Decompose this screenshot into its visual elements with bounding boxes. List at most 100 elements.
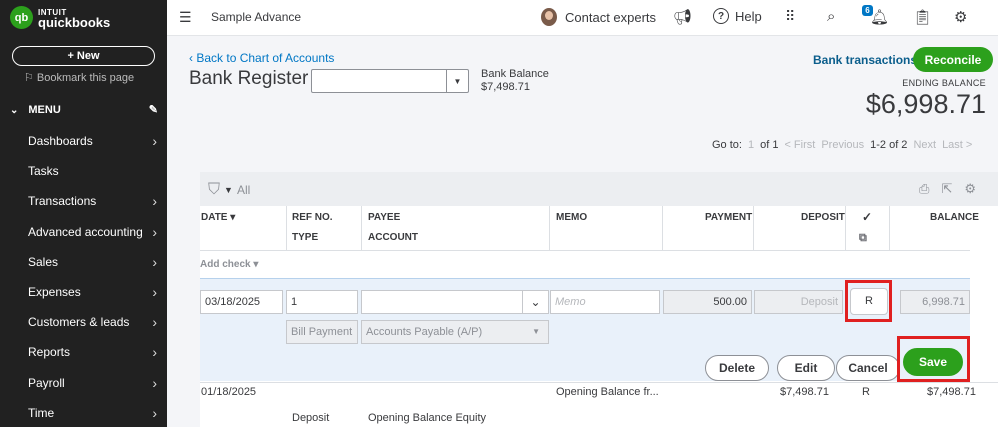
contact-experts-button[interactable]: Contact experts [541,8,656,26]
sidebar-item-label: Advanced accounting [28,224,143,239]
row-deposit: $7,498.71 [780,386,829,398]
add-check-button[interactable]: Add check ▾ [200,259,258,270]
bookmark-label: Bookmark this page [36,72,135,84]
collapse-menu-icon[interactable]: ☰ [179,9,192,26]
chevron-right-icon: › [152,344,157,361]
sidebar-item-label: Sales [28,254,59,269]
last-page-link[interactable]: Last > [942,139,972,151]
chevron-right-icon: › [152,284,157,301]
sidebar-item-label: Tasks [28,164,59,179]
row-memo: Opening Balance fr... [556,386,659,398]
new-button[interactable]: + New [12,46,155,66]
sidebar-nav: Dashboards › Tasks Transactions › Advanced… [0,126,167,427]
bank-balance: Bank Balance $7,498.71 [481,68,549,94]
back-to-chart-of-accounts-link[interactable]: ‹ Back to Chart of Accounts [189,51,334,65]
contact-experts-label: Contact experts [565,9,657,25]
gear-icon[interactable]: ⚙ [954,8,967,26]
account-select[interactable]: ▼ [311,69,469,93]
edit-button[interactable]: Edit [777,355,835,381]
ref-field[interactable]: 1 [286,290,358,314]
account-value: Accounts Payable (A/P) [366,326,483,338]
print-icon[interactable]: ⎙ [919,181,929,197]
sidebar-item-label: Transactions [28,194,97,209]
col-balance: BALANCE [930,212,979,223]
filter-button[interactable]: ⛉ ▼ All [208,181,250,199]
copy-icon[interactable]: ⧉ [859,232,867,245]
sidebar-item-dashboards[interactable]: Dashboards › [0,126,167,156]
qb-logo-icon: qb [10,6,33,29]
col-payee: PAYEE [368,212,401,223]
search-icon[interactable]: ⌕ [827,8,835,25]
sidebar-item-advanced-accounting[interactable]: Advanced accounting › [0,217,167,247]
page-range: 1-2 of 2 [870,139,908,151]
highlight-save [897,336,970,382]
col-type: TYPE [292,232,319,243]
memo-field[interactable]: Memo [550,290,660,314]
reconcile-button[interactable]: Reconcile [913,47,993,72]
register-table: ⛉ ▼ All ⎙ ⇱ ⚙ DATE ▾ REF NO. TYPE PAYEE … [200,172,998,427]
sidebar-item-customers-leads[interactable]: Customers & leads › [0,307,167,337]
page-title: Bank Register [189,68,309,89]
row-balance: $7,498.71 [927,386,976,398]
apps-grid-icon[interactable]: ⠿ [785,8,795,25]
sidebar-item-tasks[interactable]: Tasks [0,156,167,186]
register-toolbar: ⛉ ▼ All ⎙ ⇱ ⚙ [200,172,998,206]
bookmark-link[interactable]: ⚐ Bookmark this page [24,72,134,86]
sidebar-item-transactions[interactable]: Transactions › [0,186,167,216]
clipboard-icon[interactable]: 📋︎ [913,8,932,26]
help-label: Help [735,8,762,24]
logo-line2: quickbooks [38,14,111,30]
col-payment: PAYMENT [705,212,753,223]
highlight-cleared [845,280,892,322]
back-link-label: Back to Chart of Accounts [196,51,335,65]
notification-bell-icon[interactable]: 🔔︎ [870,8,889,26]
col-account: ACCOUNT [368,232,418,243]
sidebar-item-payroll[interactable]: Payroll › [0,368,167,398]
sidebar-item-reports[interactable]: Reports › [0,337,167,367]
previous-page-link[interactable]: Previous [821,139,864,151]
chevron-right-icon: › [152,404,157,421]
menu-header[interactable]: ⌄ MENU ✎ [10,104,160,116]
memo-placeholder: Memo [555,296,586,308]
sidebar-item-expenses[interactable]: Expenses › [0,277,167,307]
settings-gear-icon[interactable]: ⚙ [964,181,976,197]
sidebar-item-sales[interactable]: Sales › [0,247,167,277]
cancel-button[interactable]: Cancel [836,355,900,381]
account-field[interactable]: Accounts Payable (A/P) ▼ [361,320,549,344]
col-deposit: DEPOSIT [801,212,845,223]
quickbooks-logo[interactable]: qb INTUIT quickbooks [10,6,110,29]
sidebar-item-label: Reports [28,345,71,360]
date-field[interactable]: 03/18/2025 [200,290,283,314]
megaphone-icon[interactable]: 📢︎ [673,8,692,26]
caret-down-icon: ▼ [224,185,233,195]
menu-label: MENU [28,104,61,116]
export-icon[interactable]: ⇱ [941,181,952,197]
expert-avatar-icon [541,8,557,26]
pencil-icon[interactable]: ✎ [149,103,158,116]
col-ref: REF NO. [292,212,333,223]
col-date[interactable]: DATE ▾ [201,212,235,223]
help-button[interactable]: ? Help [713,8,762,24]
sidebar-item-label: Customers & leads [28,315,130,330]
chevron-right-icon: › [152,133,157,150]
dropdown-arrow-icon: ▼ [446,70,468,92]
chevron-down-icon[interactable]: ⌄ [522,291,548,313]
delete-button[interactable]: Delete [705,355,769,381]
help-icon: ? [713,8,729,24]
bank-transactions-link[interactable]: Bank transactions [813,53,917,67]
sidebar-item-label: Time [28,405,55,420]
page-input[interactable]: 1 [748,139,754,151]
payee-field[interactable]: ⌄ [361,290,549,314]
add-check-label: Add check [200,259,251,270]
deposit-field[interactable]: Deposit [754,290,843,314]
chevron-right-icon: › [152,374,157,391]
ending-balance-label: ENDING BALANCE [902,78,986,88]
row-cleared[interactable]: R [862,386,870,398]
first-page-link[interactable]: < First [784,139,815,151]
row-account: Opening Balance Equity [368,412,487,424]
sidebar-item-time[interactable]: Time › [0,398,167,427]
col-cleared: ✓ [862,210,873,224]
chevron-right-icon: › [152,193,157,210]
payment-field[interactable]: 500.00 [663,290,752,314]
next-page-link[interactable]: Next [913,139,936,151]
